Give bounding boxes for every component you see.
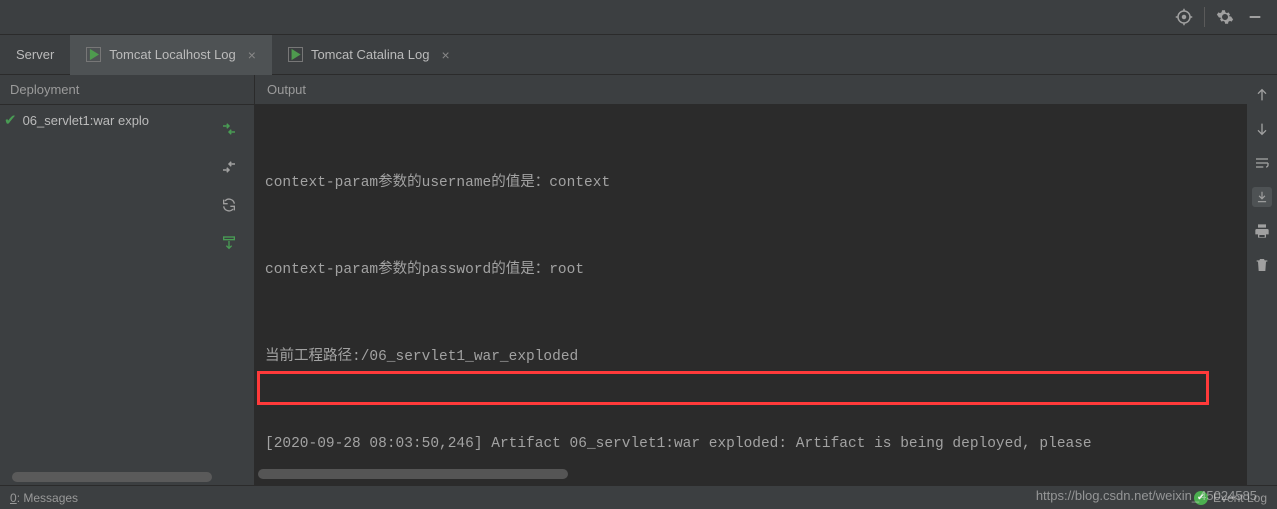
trash-icon[interactable]: [1252, 255, 1272, 275]
close-icon[interactable]: ×: [248, 47, 256, 63]
tab-label: Tomcat Catalina Log: [311, 47, 430, 62]
download-icon[interactable]: [219, 233, 239, 253]
run-icon: [288, 47, 303, 62]
arrow-down-icon[interactable]: [1252, 119, 1272, 139]
deploy-icon[interactable]: [219, 119, 239, 139]
check-icon: ✔: [4, 113, 17, 128]
swap-icon[interactable]: [219, 157, 239, 177]
tab-tomcat-catalina-log[interactable]: Tomcat Catalina Log ×: [272, 35, 466, 75]
horizontal-scrollbar[interactable]: [12, 472, 212, 482]
output-panel: Output context-param参数的username的值是：conte…: [255, 75, 1247, 485]
tab-label: Tomcat Localhost Log: [109, 47, 235, 62]
refresh-icon[interactable]: [219, 195, 239, 215]
log-line: context-param参数的password的值是：root: [265, 256, 1237, 285]
close-icon[interactable]: ×: [441, 47, 449, 63]
messages-count: 0: [10, 491, 17, 505]
output-body[interactable]: context-param参数的username的值是：context cont…: [255, 105, 1247, 485]
tab-server[interactable]: Server: [0, 35, 70, 75]
deployment-item[interactable]: ✔ 06_servlet1:war explo: [4, 113, 214, 477]
window-toolbar: [0, 0, 1277, 35]
minimize-icon[interactable]: [1245, 7, 1265, 27]
tab-tomcat-localhost-log[interactable]: Tomcat Localhost Log ×: [70, 35, 272, 75]
deploy-toolbar: [214, 113, 244, 477]
deployment-panel: Deployment ✔ 06_servlet1:war explo: [0, 75, 255, 485]
deployment-list: ✔ 06_servlet1:war explo: [0, 105, 254, 485]
scroll-to-end-icon[interactable]: [1252, 187, 1272, 207]
panel-title: Output: [267, 82, 306, 97]
deployment-label: 06_servlet1:war explo: [23, 113, 149, 128]
log-line: context-param参数的username的值是：context: [265, 169, 1237, 198]
main-columns: Deployment ✔ 06_servlet1:war explo: [0, 75, 1277, 485]
gear-icon[interactable]: [1215, 7, 1235, 27]
horizontal-scrollbar[interactable]: [258, 469, 568, 479]
panel-title: Deployment: [10, 82, 79, 97]
messages-label: : Messages: [17, 491, 78, 505]
output-header: Output: [255, 75, 1247, 105]
messages-button[interactable]: 0: Messages: [10, 491, 78, 505]
watermark-text: https://blog.csdn.net/weixin_45024585: [1036, 488, 1257, 503]
run-icon: [86, 47, 101, 62]
separator: [1204, 7, 1205, 27]
highlight-annotation: [257, 371, 1209, 405]
wrap-icon[interactable]: [1252, 153, 1272, 173]
log-line: 当前工程路径:/06_servlet1_war_exploded: [265, 343, 1237, 372]
tab-bar: Server Tomcat Localhost Log × Tomcat Cat…: [0, 35, 1277, 75]
log-line: [2020-09-28 08:03:50,246] Artifact 06_se…: [265, 430, 1237, 459]
target-icon[interactable]: [1174, 7, 1194, 27]
print-icon[interactable]: [1252, 221, 1272, 241]
output-toolbar: [1247, 75, 1277, 485]
deployment-header: Deployment: [0, 75, 254, 105]
tab-label: Server: [16, 47, 54, 62]
arrow-up-icon[interactable]: [1252, 85, 1272, 105]
